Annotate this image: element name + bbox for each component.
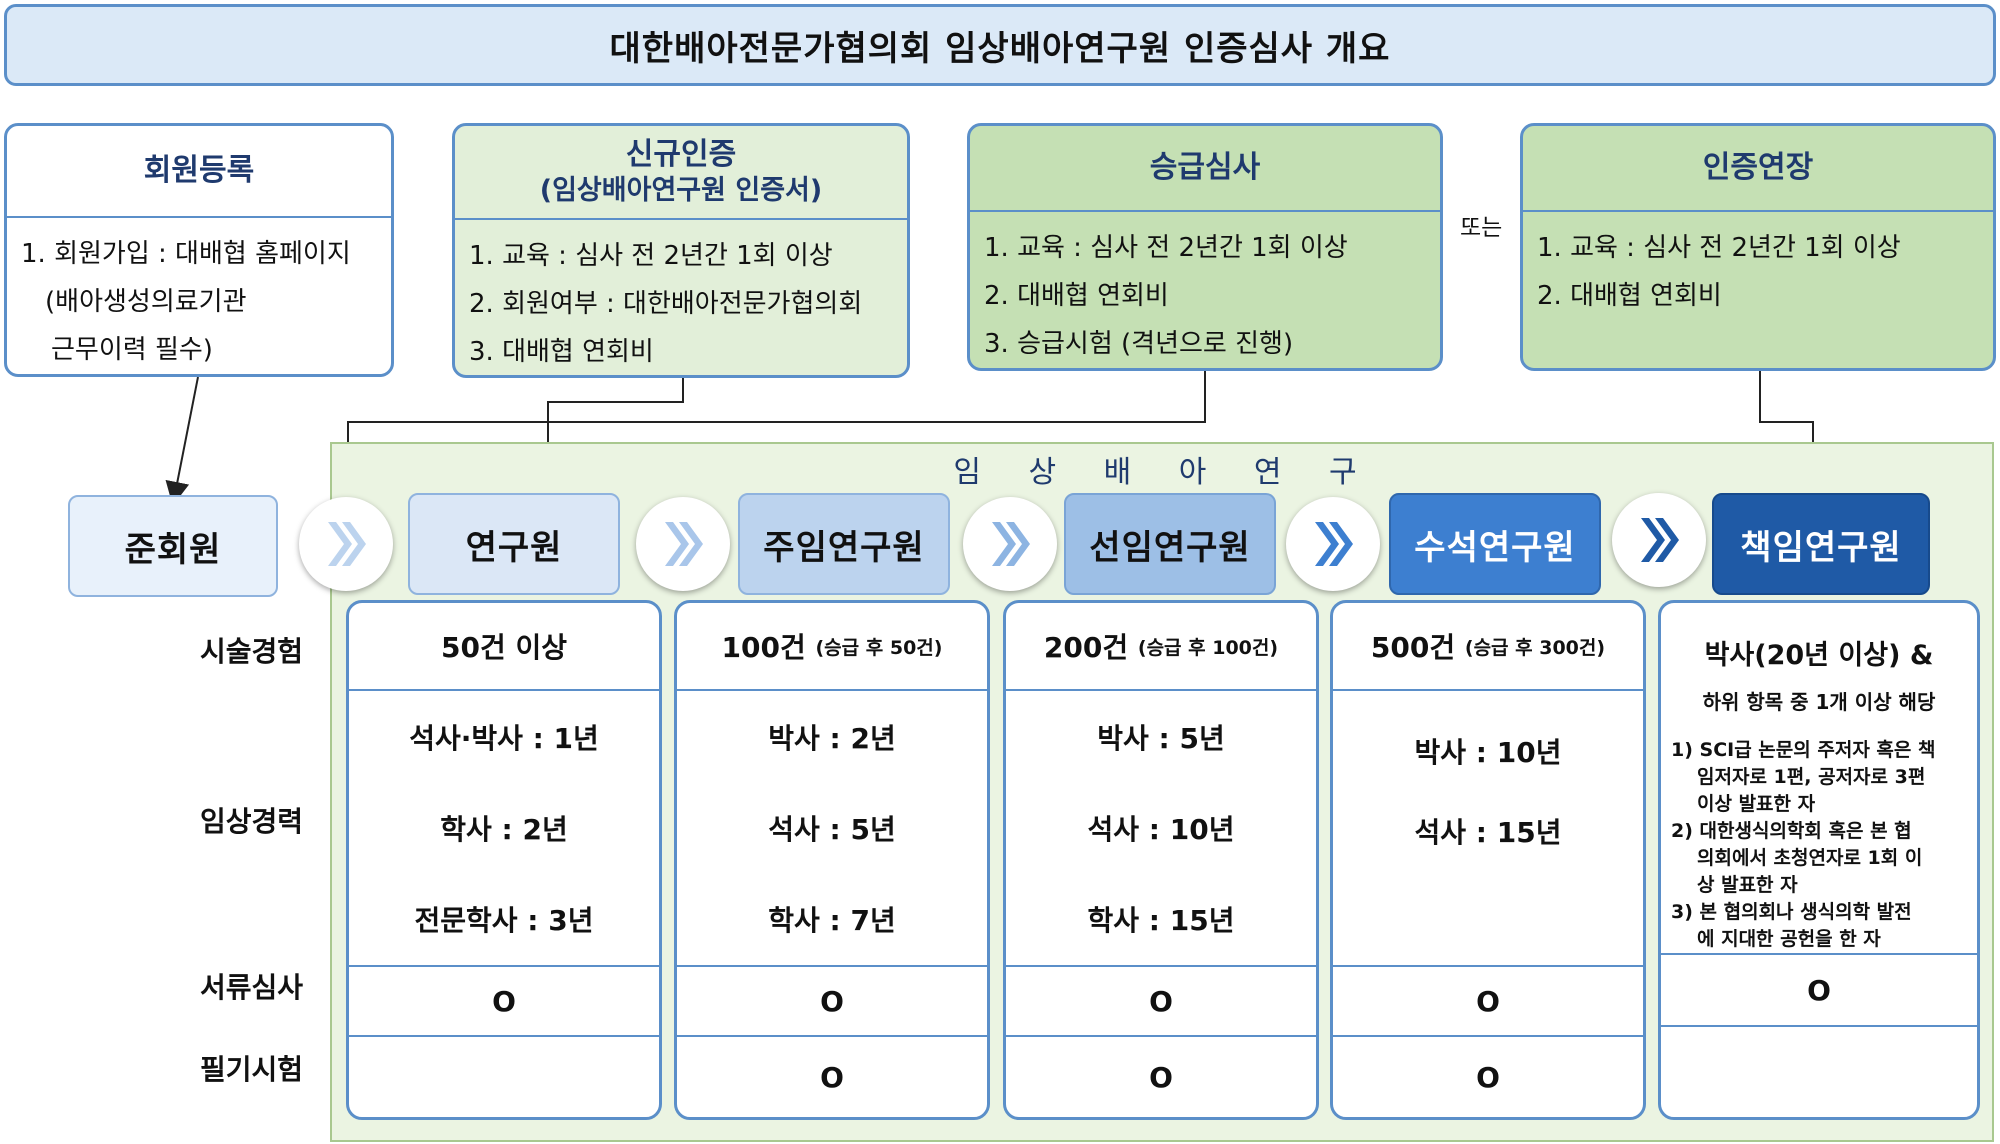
career-line: 석사·박사 : 1년 [409, 721, 599, 755]
row-label-experience: 시술경험 [200, 635, 304, 668]
promotion-item: 3. 승급시험 (격년으로 진행) [984, 329, 1294, 359]
experience-cell: 500건 (승급 후 300건) [1370, 631, 1606, 664]
career-line: 학사 : 2년 [440, 812, 568, 846]
requirement-line: 의회에서 초청연자로 1회 이 [1697, 847, 1923, 869]
criteria-column-principal: 500건 (승급 후 300건) 박사 : 10년 석사 : 15년 O O [1330, 600, 1646, 1120]
requirement-line: 1) SCI급 논문의 주저자 혹은 책 [1671, 739, 1936, 761]
experience-cell: 50건 이상 [441, 631, 567, 664]
career-line: 박사 : 2년 [768, 721, 896, 755]
criteria-column-chief: 박사(20년 이상) & 하위 항목 중 1개 이상 해당 1) SCI급 논문… [1658, 600, 1980, 1120]
stage-senior: 선임연구원 [1064, 493, 1276, 595]
document-review-mark: O [1149, 984, 1173, 1018]
criteria-column-assistant-senior: 100건 (승급 후 50건) 박사 : 2년 석사 : 5년 학사 : 7년 … [674, 600, 990, 1120]
document-review-mark: O [1476, 984, 1500, 1018]
member-box-title: 회원등록 [7, 126, 391, 218]
stage-assistant-senior: 주임연구원 [738, 493, 950, 595]
requirement-line: 이상 발표한 자 [1697, 793, 1816, 815]
document-review-mark: O [820, 984, 844, 1018]
new-cert-item: 1. 교육 : 심사 전 2년간 1회 이상 [469, 241, 833, 271]
new-cert-item: 3. 대배협 연회비 [469, 337, 654, 367]
experience-cell: 박사(20년 이상) & [1704, 640, 1934, 671]
written-test-mark: O [820, 1060, 844, 1094]
extension-box: 인증연장 1. 교육 : 심사 전 2년간 1회 이상 2. 대배협 연회비 [1520, 123, 1996, 371]
criteria-column-researcher: 50건 이상 석사·박사 : 1년 학사 : 2년 전문학사 : 3년 O [346, 600, 662, 1120]
written-test-mark: O [1149, 1060, 1173, 1094]
arrow-member-to-associate [165, 376, 199, 506]
career-line: 석사 : 15년 [1414, 816, 1562, 849]
member-item: (배아생성의료기관 [45, 287, 247, 317]
requirement-line: 임저자로 1편, 공저자로 3편 [1697, 766, 1926, 788]
row-label-document: 서류심사 [200, 971, 304, 1004]
chief-requirements-list: 1) SCI급 논문의 주저자 혹은 책 임저자로 1편, 공저자로 3편 이상… [1671, 737, 1967, 953]
experience-note: (승급 후 100건) [1137, 636, 1279, 659]
career-line: 전문학사 : 3년 [414, 904, 594, 938]
member-item: 근무이력 필수) [51, 335, 213, 365]
new-cert-box-subtitle: (임상배아연구원 인증서) [539, 174, 823, 206]
member-box-list: 1. 회원가입 : 대배협 홈페이지 (배아생성의료기관 근무이력 필수) [7, 218, 391, 374]
extension-item: 1. 교육 : 심사 전 2년간 1회 이상 [1537, 233, 1901, 263]
member-box: 회원등록 1. 회원가입 : 대배협 홈페이지 (배아생성의료기관 근무이력 필… [4, 123, 394, 377]
career-line: 박사 : 5년 [1097, 721, 1225, 755]
promotion-item: 1. 교육 : 심사 전 2년간 1회 이상 [984, 233, 1348, 263]
promotion-box: 승급심사 1. 교육 : 심사 전 2년간 1회 이상 2. 대배협 연회비 3… [967, 123, 1443, 371]
career-line: 학사 : 15년 [1087, 904, 1235, 938]
row-label-written: 필기시험 [200, 1053, 304, 1086]
chief-requirements-cell: 박사(20년 이상) & 하위 항목 중 1개 이상 해당 1) SCI급 논문… [1661, 603, 1977, 953]
experience-note: (승급 후 300건) [1464, 636, 1606, 659]
promotion-box-list: 1. 교육 : 심사 전 2년간 1회 이상 2. 대배협 연회비 3. 승급시… [970, 212, 1440, 368]
requirement-line: 2) 대한생식의학회 혹은 본 협 [1671, 820, 1912, 842]
document-review-mark: O [1807, 973, 1831, 1007]
promotion-item: 2. 대배협 연회비 [984, 281, 1169, 311]
written-test-mark [1661, 1027, 1977, 1107]
stage-researcher: 연구원 [408, 493, 620, 595]
written-test-mark [349, 1037, 659, 1117]
stage-principal: 수석연구원 [1389, 493, 1601, 595]
stage-chief: 책임연구원 [1712, 493, 1930, 595]
experience-note: (승급 후 50건) [815, 636, 943, 659]
career-line: 학사 : 7년 [768, 904, 896, 938]
or-label: 또는 [1460, 215, 1503, 241]
extension-item: 2. 대배협 연회비 [1537, 281, 1722, 311]
experience-cell: 200건 (승급 후 100건) [1043, 631, 1279, 664]
new-cert-box: 신규인증 (임상배아연구원 인증서) 1. 교육 : 심사 전 2년간 1회 이… [452, 123, 910, 378]
member-item: 1. 회원가입 : 대배협 홈페이지 [21, 239, 351, 269]
promotion-box-title: 승급심사 [970, 126, 1440, 212]
criteria-column-senior: 200건 (승급 후 100건) 박사 : 5년 석사 : 10년 학사 : 1… [1003, 600, 1319, 1120]
experience-cell: 100건 (승급 후 50건) [721, 631, 943, 664]
extension-box-list: 1. 교육 : 심사 전 2년간 1회 이상 2. 대배협 연회비 [1523, 212, 1993, 332]
requirement-line: 3) 본 협의회나 생식의학 발전 [1671, 901, 1912, 923]
written-test-mark: O [1476, 1060, 1500, 1094]
career-line: 석사 : 10년 [1087, 812, 1235, 846]
chevron-right-icon [299, 497, 393, 591]
career-line: 석사 : 5년 [768, 812, 896, 846]
chevron-right-icon [963, 497, 1057, 591]
career-cell: 박사 : 2년 석사 : 5년 학사 : 7년 [677, 691, 987, 965]
row-label-career: 임상경력 [200, 805, 304, 838]
document-review-mark: O [492, 984, 516, 1018]
requirement-line: 상 발표한 자 [1697, 874, 1798, 896]
career-line: 박사 : 10년 [1414, 736, 1562, 769]
career-cell: 박사 : 5년 석사 : 10년 학사 : 15년 [1006, 691, 1316, 965]
career-cell: 박사 : 10년 석사 : 15년 [1333, 691, 1643, 965]
new-cert-item: 2. 회원여부 : 대한배아전문가협의회 [469, 289, 863, 319]
new-cert-box-list: 1. 교육 : 심사 전 2년간 1회 이상 2. 회원여부 : 대한배아전문가… [455, 220, 907, 375]
career-cell: 석사·박사 : 1년 학사 : 2년 전문학사 : 3년 [349, 691, 659, 965]
stage-associate: 준회원 [68, 495, 278, 597]
chevron-right-icon [1612, 493, 1706, 587]
new-cert-box-title: 신규인증 (임상배아연구원 인증서) [455, 126, 907, 220]
chevron-right-icon [1286, 497, 1380, 591]
chevron-right-icon [636, 497, 730, 591]
extension-box-title: 인증연장 [1523, 126, 1993, 212]
experience-note: 하위 항목 중 1개 이상 해당 [1702, 690, 1936, 714]
requirement-line: 에 지대한 공헌을 한 자 [1697, 928, 1881, 950]
